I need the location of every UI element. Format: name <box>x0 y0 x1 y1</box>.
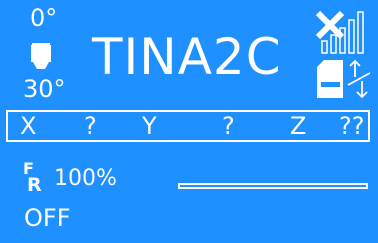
feedrate-value: 100% <box>54 166 117 191</box>
printer-name: TINA2C <box>92 28 282 86</box>
axis-z-label: Z <box>290 112 307 140</box>
sd-card-icon <box>317 60 343 98</box>
print-progress-bar <box>178 183 368 189</box>
printer-status-text: OFF <box>24 204 71 232</box>
axis-x-value: ? <box>84 112 97 140</box>
feedrate-icon-r: R <box>27 174 42 193</box>
nozzle-target-temp: 0° <box>30 4 58 32</box>
axis-y-value: ? <box>222 112 235 140</box>
wifi-disconnected-icon <box>315 10 364 54</box>
axis-x-label: X <box>20 112 37 140</box>
usb-connection-icon <box>347 59 371 99</box>
axis-z-value: ?? <box>339 112 365 140</box>
feedrate-icon: F R <box>23 159 42 193</box>
axis-y-label: Y <box>142 112 157 140</box>
axis-position-bar: X ? Y ? Z ?? <box>6 110 370 142</box>
nozzle-current-temp: 30° <box>23 75 66 103</box>
